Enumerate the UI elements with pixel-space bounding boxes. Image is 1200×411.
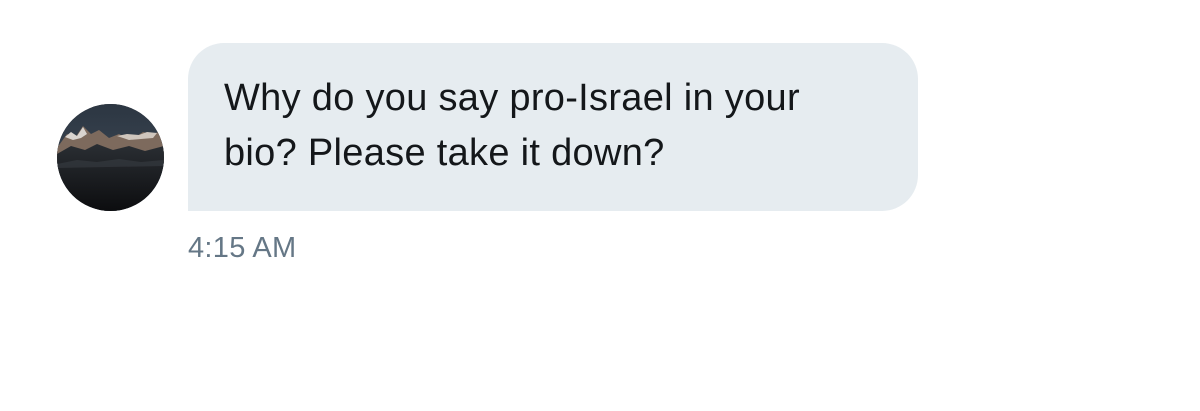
sender-avatar[interactable] [57,104,164,211]
message-text: Why do you say pro-Israel in your bio? P… [224,77,800,174]
message-timestamp: 4:15 AM [188,232,297,264]
mountain-avatar-icon [57,104,164,211]
message-bubble[interactable]: Why do you say pro-Israel in your bio? P… [188,43,918,211]
dm-conversation: Why do you say pro-Israel in your bio? P… [0,0,1200,411]
